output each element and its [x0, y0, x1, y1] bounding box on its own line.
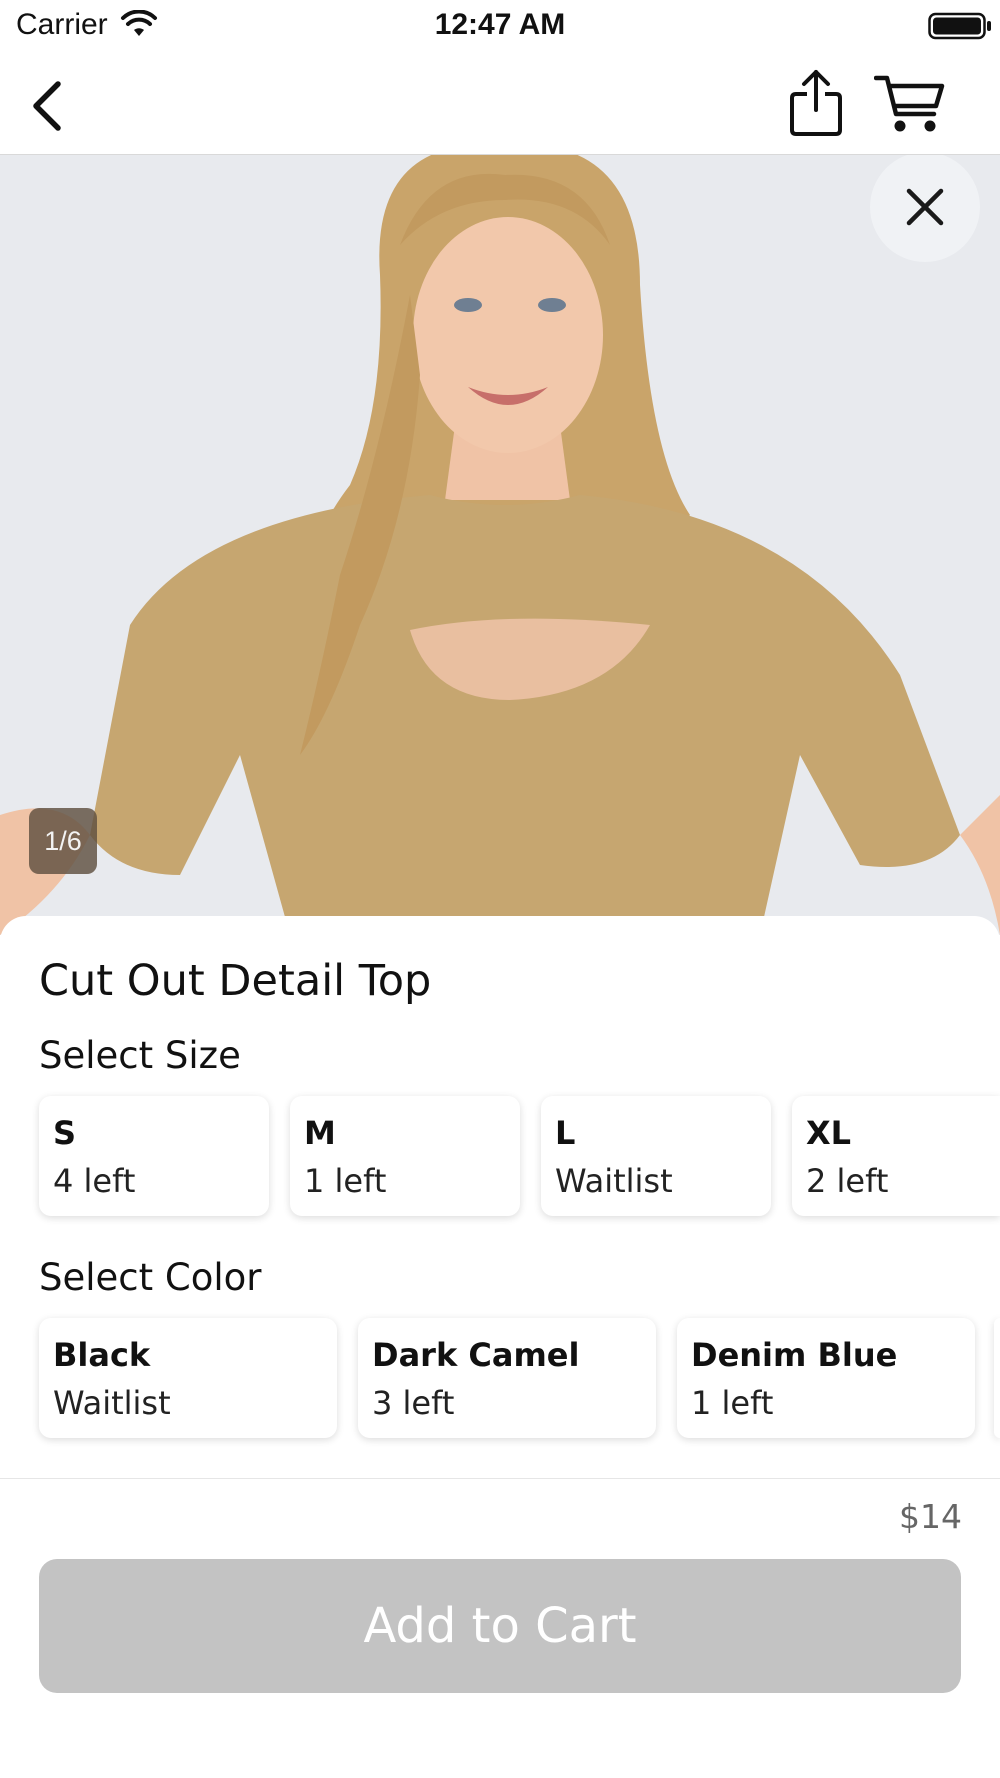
size-stock: 1 left	[304, 1162, 387, 1200]
purchase-bar: $14 Add to Cart	[0, 1478, 1000, 1778]
back-button[interactable]	[24, 72, 76, 134]
size-name: L	[555, 1114, 576, 1152]
size-stock: 2 left	[806, 1162, 889, 1200]
product-price: $14	[899, 1497, 962, 1536]
battery-icon	[928, 12, 991, 40]
size-stock: Waitlist	[555, 1162, 673, 1200]
product-detail-screen: Carrier 12:47 AM 1/6 Cut Out Detail Top …	[0, 0, 1000, 1778]
share-icon	[790, 70, 842, 136]
size-option-l[interactable]: L Waitlist	[541, 1096, 771, 1216]
color-option-denim-blue[interactable]: Denim Blue 1 left	[677, 1318, 975, 1438]
color-option-black[interactable]: Black Waitlist	[39, 1318, 337, 1438]
color-stock: 1 left	[691, 1384, 774, 1422]
product-title: Cut Out Detail Top	[39, 956, 432, 1006]
image-counter-badge: 1/6	[29, 808, 97, 874]
back-chevron-icon	[33, 81, 61, 131]
cart-icon	[873, 75, 945, 132]
share-button[interactable]	[788, 68, 844, 138]
status-bar: Carrier 12:47 AM	[0, 0, 1000, 50]
close-icon	[906, 188, 944, 226]
product-image[interactable]: 1/6	[0, 155, 1000, 935]
color-stock: Waitlist	[53, 1384, 171, 1422]
status-time: 12:47 AM	[434, 8, 566, 41]
select-size-label: Select Size	[39, 1034, 241, 1077]
color-stock: 3 left	[372, 1384, 455, 1422]
navigation-bar	[0, 50, 1000, 155]
color-name: Denim Blue	[691, 1336, 898, 1374]
color-name: Black	[53, 1336, 151, 1374]
size-name: M	[304, 1114, 336, 1152]
model-photo	[0, 155, 1000, 935]
cart-button[interactable]	[873, 72, 946, 136]
size-name: S	[53, 1114, 77, 1152]
size-option-xl[interactable]: XL 2 left	[792, 1096, 1000, 1216]
size-option-s[interactable]: S 4 left	[39, 1096, 269, 1216]
size-name: XL	[806, 1114, 852, 1152]
size-stock: 4 left	[53, 1162, 136, 1200]
color-option-partial[interactable]	[994, 1318, 1000, 1438]
color-option-dark-camel[interactable]: Dark Camel 3 left	[358, 1318, 656, 1438]
color-name: Dark Camel	[372, 1336, 580, 1374]
close-button[interactable]	[870, 155, 980, 262]
size-option-m[interactable]: M 1 left	[290, 1096, 520, 1216]
add-to-cart-button[interactable]: Add to Cart	[39, 1559, 961, 1693]
select-color-label: Select Color	[39, 1256, 262, 1299]
